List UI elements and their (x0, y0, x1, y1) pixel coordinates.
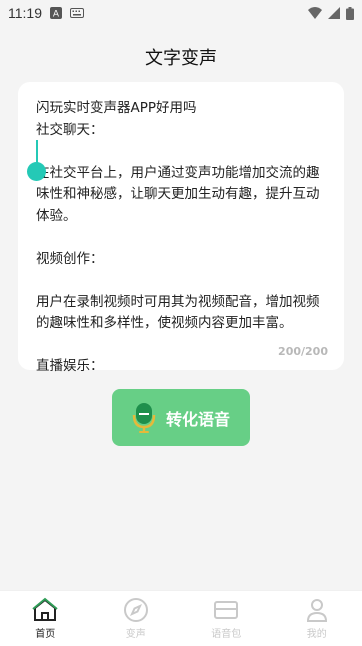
char-counter: 200/200 (278, 345, 328, 358)
nav-home[interactable]: 首页 (0, 591, 91, 646)
nav-voice-pack[interactable]: 语音包 (181, 591, 272, 646)
editor-line-video: 视频创作： (36, 249, 328, 271)
nav-profile[interactable]: 我的 (272, 591, 362, 646)
user-icon (304, 597, 330, 623)
svg-text:A: A (53, 10, 60, 20)
battery-icon (346, 7, 354, 20)
editor-line-live: 直播娱乐： (36, 356, 328, 378)
status-time: 11:19 (8, 5, 42, 21)
text-cursor (36, 140, 38, 164)
voice-pack-icon (213, 597, 239, 623)
nav-home-label: 首页 (35, 625, 55, 640)
text-editor[interactable]: 闪玩实时变声器APP好用吗 社交聊天： 在社交平台上，用户通过变声功能增加交流的… (36, 98, 328, 378)
cursor-handle[interactable] (27, 162, 46, 181)
nav-profile-label: 我的 (307, 625, 327, 640)
editor-line-2: 社交聊天： (36, 120, 328, 142)
bottom-nav: 首页 变声 语音包 我的 (0, 590, 362, 646)
notification-a-icon: A (50, 7, 62, 19)
editor-paragraph-social: 在社交平台上，用户通过变声功能增加交流的趣味性和神秘感，让聊天更加生动有趣，提升… (36, 163, 328, 228)
compass-icon (123, 597, 149, 623)
convert-voice-button[interactable]: 转化语音 (112, 389, 250, 446)
convert-button-label: 转化语音 (166, 406, 230, 430)
editor-line-1: 闪玩实时变声器APP好用吗 (36, 98, 328, 120)
signal-icon (328, 7, 340, 19)
text-input-card[interactable]: 闪玩实时变声器APP好用吗 社交聊天： 在社交平台上，用户通过变声功能增加交流的… (18, 82, 344, 370)
status-bar: 11:19 A (0, 0, 362, 26)
page-title: 文字变声 (0, 44, 362, 70)
nav-voice-change-label: 变声 (126, 625, 146, 640)
wifi-icon (308, 7, 322, 19)
microphone-icon (132, 403, 156, 433)
keyboard-icon (70, 8, 84, 18)
nav-voice-pack-label: 语音包 (211, 625, 241, 640)
nav-voice-change[interactable]: 变声 (91, 591, 182, 646)
editor-paragraph-video: 用户在录制视频时可用其为视频配音，增加视频的趣味性和多样性，使视频内容更加丰富。 (36, 292, 328, 335)
home-icon (32, 597, 58, 623)
